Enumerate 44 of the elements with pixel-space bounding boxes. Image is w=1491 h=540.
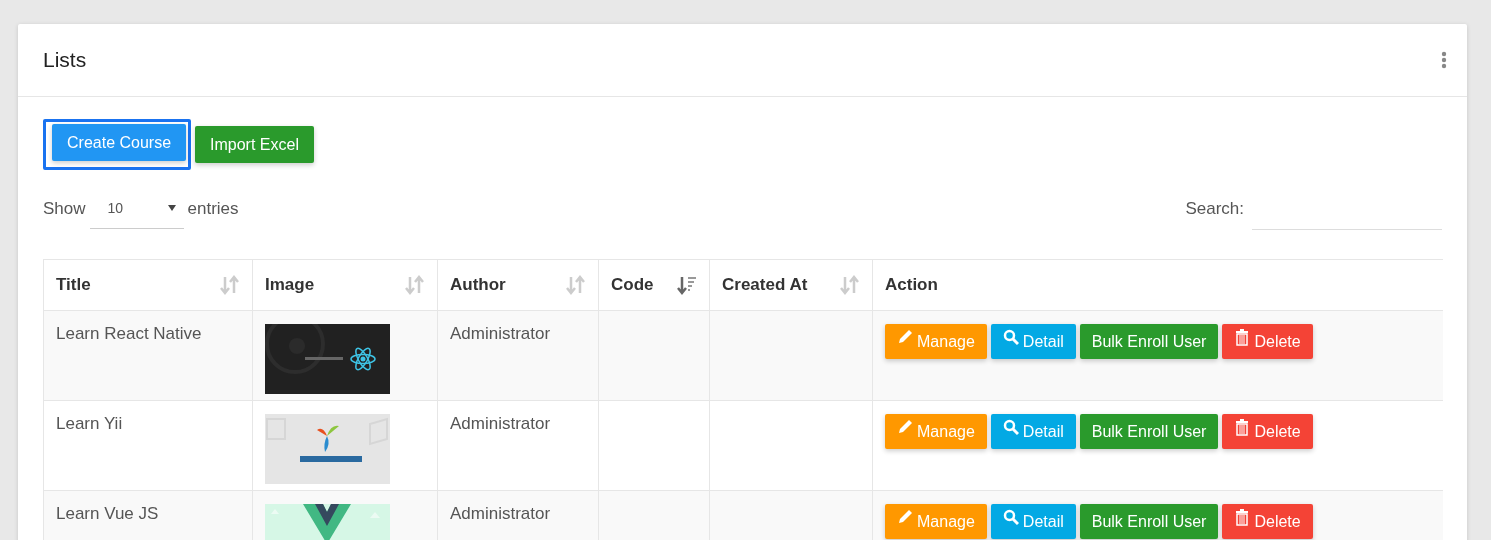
manage-button[interactable]: Manage <box>885 324 987 359</box>
table-cell: Administrator <box>437 490 599 540</box>
table-cell: Administrator <box>437 400 599 491</box>
column-header: Action <box>885 275 938 295</box>
search-label: Search: <box>1185 198 1244 219</box>
table-cell: Learn Yii <box>43 400 253 491</box>
import-button[interactable]: Import Excel <box>195 126 314 163</box>
table-cell: Administrator <box>437 310 599 401</box>
trash-icon <box>1234 509 1251 526</box>
search-icon <box>1002 419 1019 436</box>
table-cell: Learn React Native <box>43 310 253 401</box>
detail-button[interactable]: Detail <box>990 504 1076 539</box>
column-header: Code <box>611 275 654 295</box>
pencil-icon <box>897 509 913 526</box>
manage-button[interactable]: Manage <box>885 414 987 449</box>
bulk-enroll-button[interactable]: Bulk Enroll User <box>1079 414 1219 449</box>
delete-button[interactable]: Delete <box>1222 504 1313 539</box>
entries-label: entries <box>187 198 239 219</box>
card-title: Lists <box>43 48 87 72</box>
bulk-enroll-button[interactable]: Bulk Enroll User <box>1079 324 1219 359</box>
search-icon <box>1002 509 1019 526</box>
search-icon <box>1002 329 1019 346</box>
bulk-enroll-button[interactable]: Bulk Enroll User <box>1079 504 1219 539</box>
table-cell: Learn Vue JS <box>43 490 253 540</box>
caret-icon <box>167 205 176 211</box>
manage-button[interactable]: Manage <box>885 504 987 539</box>
column-header: Author <box>450 275 506 295</box>
detail-button[interactable]: Detail <box>990 324 1076 359</box>
create-button[interactable]: Create Course <box>52 124 187 161</box>
delete-button[interactable]: Delete <box>1222 414 1313 449</box>
pencil-icon <box>897 419 913 436</box>
sort-icon[interactable] <box>677 275 697 295</box>
column-header: Title <box>56 275 91 295</box>
show-label: Show <box>43 198 86 219</box>
delete-button[interactable]: Delete <box>1222 324 1313 359</box>
more-menu-icon[interactable] <box>1441 51 1447 69</box>
select-value: 10 <box>107 200 124 216</box>
trash-icon <box>1234 419 1251 436</box>
column-header: Created At <box>722 275 808 295</box>
detail-button[interactable]: Detail <box>990 414 1076 449</box>
column-header: Image <box>265 275 315 295</box>
trash-icon <box>1234 329 1251 346</box>
pencil-icon <box>897 329 913 346</box>
page-size-select[interactable]: 10 <box>89 188 184 229</box>
